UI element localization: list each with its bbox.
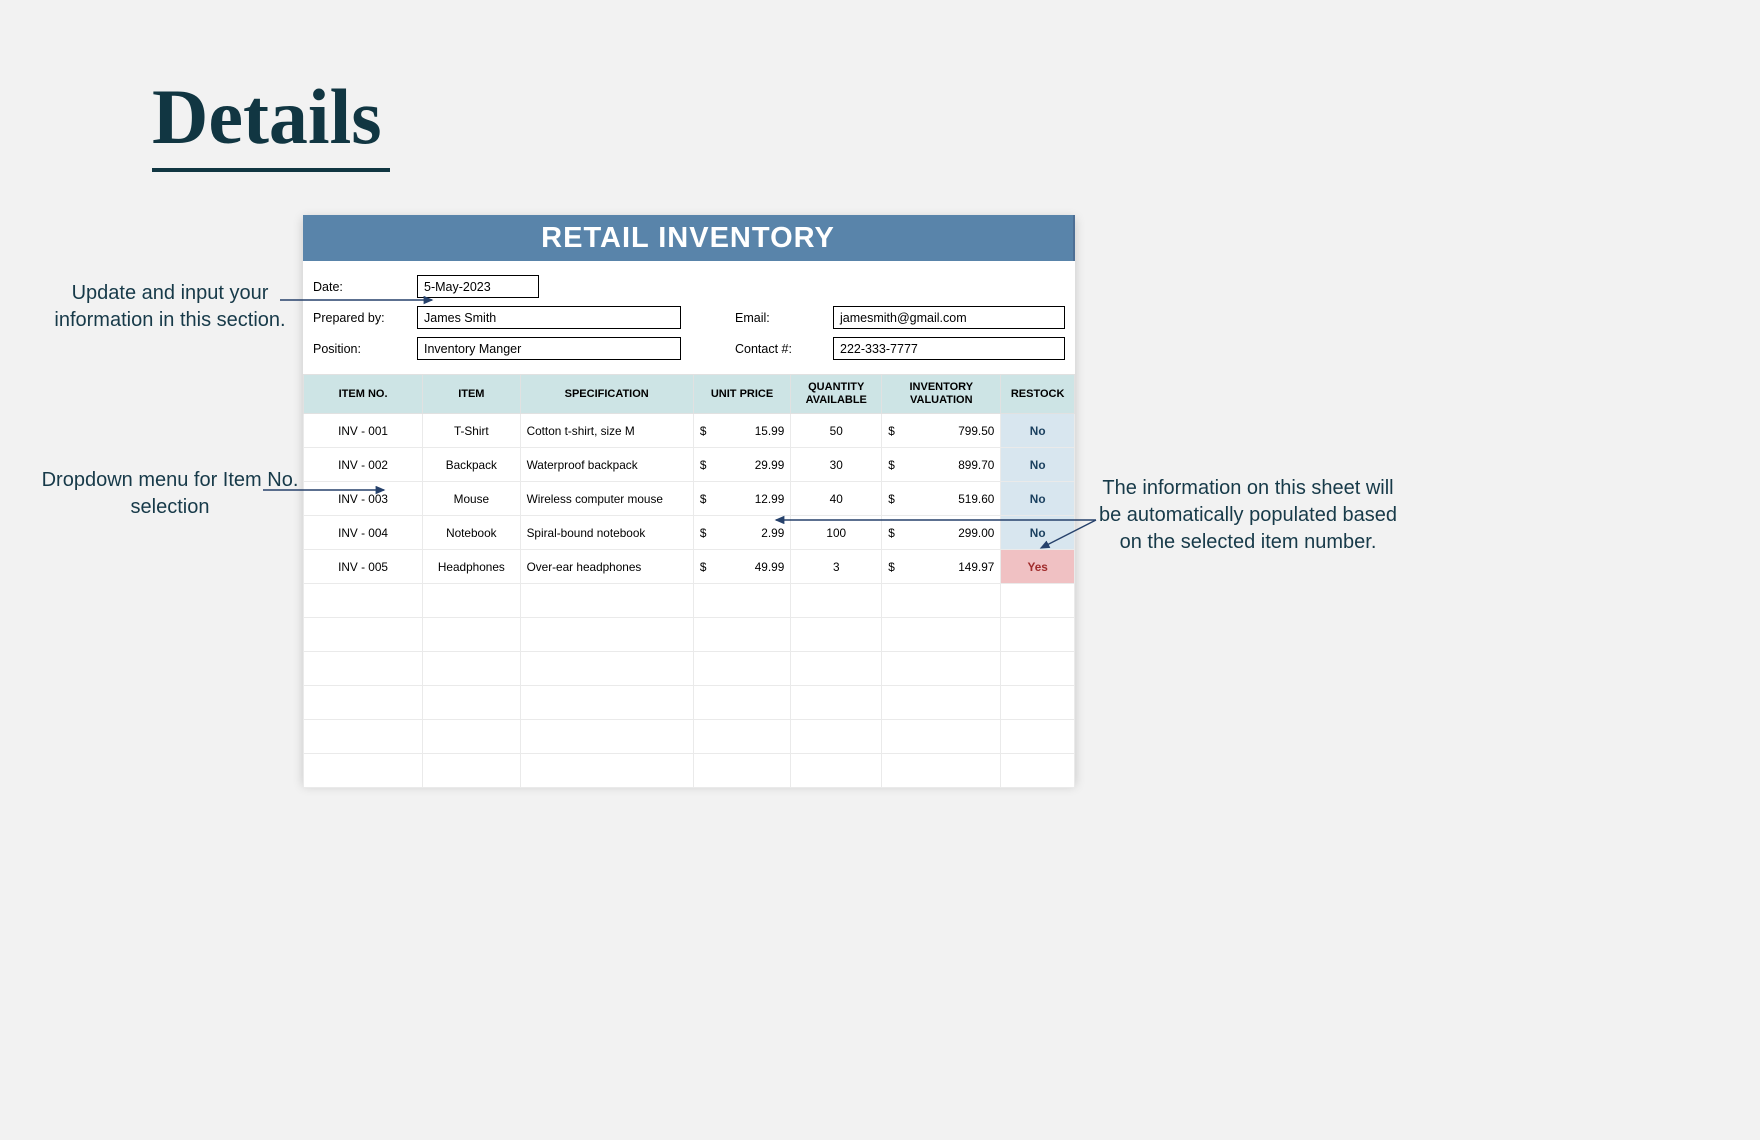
- th-restock: RESTOCK: [1001, 375, 1075, 414]
- table-row-empty: [304, 720, 1075, 754]
- page-title: Details: [152, 72, 390, 172]
- cell-item: Headphones: [423, 550, 520, 584]
- label-prepared-by: Prepared by:: [313, 311, 417, 325]
- cell-price: $12.99: [693, 482, 790, 516]
- cell-spec: Spiral-bound notebook: [520, 516, 693, 550]
- cell-item-no[interactable]: INV - 002: [304, 448, 423, 482]
- cell-item-no[interactable]: INV - 001: [304, 414, 423, 448]
- prepared-by-field[interactable]: James Smith: [417, 306, 681, 329]
- cell-item: Notebook: [423, 516, 520, 550]
- cell-qty: 50: [791, 414, 882, 448]
- th-unit-price: UNIT PRICE: [693, 375, 790, 414]
- cell-valuation: $149.97: [882, 550, 1001, 584]
- cell-restock: No: [1001, 448, 1075, 482]
- date-field[interactable]: 5-May-2023: [417, 275, 539, 298]
- annotation-autopopulate: The information on this sheet will be au…: [1098, 475, 1398, 556]
- table-row: INV - 003MouseWireless computer mouse$12…: [304, 482, 1075, 516]
- cell-spec: Wireless computer mouse: [520, 482, 693, 516]
- cell-valuation: $519.60: [882, 482, 1001, 516]
- cell-spec: Over-ear headphones: [520, 550, 693, 584]
- email-field[interactable]: jamesmith@gmail.com: [833, 306, 1065, 329]
- cell-restock: No: [1001, 482, 1075, 516]
- cell-item: Mouse: [423, 482, 520, 516]
- label-position: Position:: [313, 342, 417, 356]
- th-item-no: ITEM NO.: [304, 375, 423, 414]
- table-row-empty: [304, 686, 1075, 720]
- sheet-title: RETAIL INVENTORY: [303, 215, 1075, 261]
- cell-spec: Waterproof backpack: [520, 448, 693, 482]
- inventory-table: ITEM NO. ITEM SPECIFICATION UNIT PRICE Q…: [303, 374, 1075, 788]
- th-valuation: INVENTORY VALUATION: [882, 375, 1001, 414]
- cell-restock: No: [1001, 516, 1075, 550]
- table-row-empty: [304, 652, 1075, 686]
- table-row-empty: [304, 618, 1075, 652]
- cell-item: Backpack: [423, 448, 520, 482]
- cell-valuation: $799.50: [882, 414, 1001, 448]
- table-row: INV - 005HeadphonesOver-ear headphones$4…: [304, 550, 1075, 584]
- th-qty: QUANTITY AVAILABLE: [791, 375, 882, 414]
- position-field[interactable]: Inventory Manger: [417, 337, 681, 360]
- inventory-sheet: RETAIL INVENTORY Date: 5-May-2023 Prepar…: [303, 215, 1075, 783]
- cell-price: $15.99: [693, 414, 790, 448]
- cell-price: $2.99: [693, 516, 790, 550]
- cell-spec: Cotton t-shirt, size M: [520, 414, 693, 448]
- cell-qty: 40: [791, 482, 882, 516]
- table-row-empty: [304, 754, 1075, 788]
- cell-price: $49.99: [693, 550, 790, 584]
- label-date: Date:: [313, 280, 417, 294]
- th-spec: SPECIFICATION: [520, 375, 693, 414]
- annotation-dropdown: Dropdown menu for Item No. selection: [40, 467, 300, 521]
- cell-qty: 30: [791, 448, 882, 482]
- table-row: INV - 002BackpackWaterproof backpack$29.…: [304, 448, 1075, 482]
- annotation-info-section: Update and input your information in thi…: [40, 280, 300, 334]
- label-contact: Contact #:: [735, 342, 833, 356]
- cell-item-no[interactable]: INV - 004: [304, 516, 423, 550]
- cell-valuation: $899.70: [882, 448, 1001, 482]
- table-row: INV - 004NotebookSpiral-bound notebook$2…: [304, 516, 1075, 550]
- table-row: INV - 001T-ShirtCotton t-shirt, size M$1…: [304, 414, 1075, 448]
- label-email: Email:: [735, 311, 833, 325]
- cell-item: T-Shirt: [423, 414, 520, 448]
- cell-item-no[interactable]: INV - 003: [304, 482, 423, 516]
- table-row-empty: [304, 584, 1075, 618]
- info-section: Date: 5-May-2023 Prepared by: James Smit…: [303, 261, 1075, 374]
- cell-qty: 3: [791, 550, 882, 584]
- cell-price: $29.99: [693, 448, 790, 482]
- cell-restock: Yes: [1001, 550, 1075, 584]
- th-item: ITEM: [423, 375, 520, 414]
- cell-valuation: $299.00: [882, 516, 1001, 550]
- cell-restock: No: [1001, 414, 1075, 448]
- cell-item-no[interactable]: INV - 005: [304, 550, 423, 584]
- cell-qty: 100: [791, 516, 882, 550]
- contact-field[interactable]: 222-333-7777: [833, 337, 1065, 360]
